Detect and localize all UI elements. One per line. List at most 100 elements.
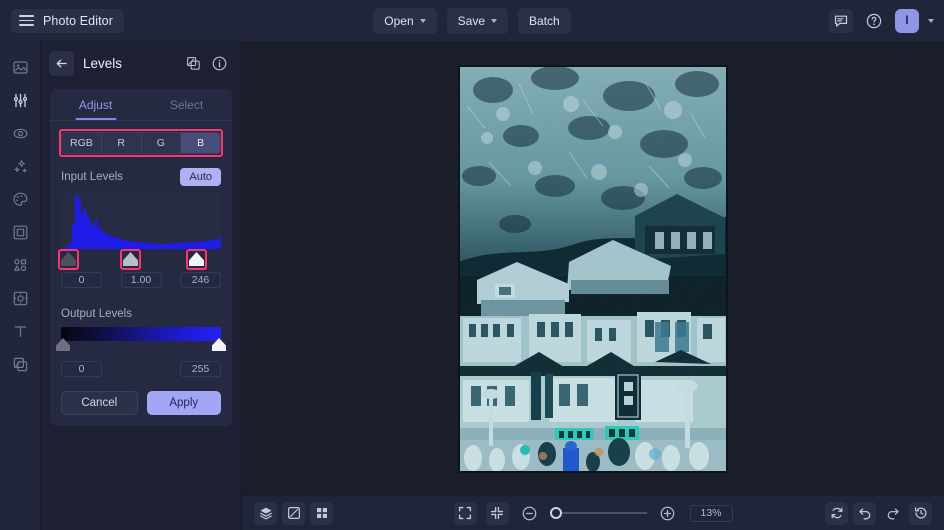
input-highlight-handle[interactable]: [189, 252, 204, 266]
levels-panel: Levels Adjust Select RGB R G B Input Lev…: [41, 41, 242, 530]
histogram-plot: [61, 195, 221, 249]
bottom-right-tools: [825, 501, 932, 525]
text-icon: [14, 326, 26, 337]
tabs-divider: [50, 120, 232, 121]
tab-select[interactable]: Select: [141, 89, 232, 120]
apply-button[interactable]: Apply: [146, 391, 221, 415]
help-circle-icon: [866, 13, 882, 28]
shrink-icon: [490, 506, 504, 520]
duplicate-button[interactable]: [183, 54, 203, 74]
input-shadow-handle[interactable]: [61, 252, 76, 266]
sidebar-item-color[interactable]: [5, 184, 35, 215]
input-shadow-value[interactable]: 0: [61, 272, 102, 288]
open-button[interactable]: Open: [373, 7, 437, 34]
comment-button[interactable]: [829, 8, 853, 33]
sidebar-item-frame[interactable]: [5, 217, 35, 248]
duplicate-icon: [186, 57, 200, 70]
tab-adjust[interactable]: Adjust: [50, 89, 141, 120]
info-button[interactable]: [209, 54, 229, 74]
levels-card: Adjust Select RGB R G B Input Levels Aut…: [50, 89, 232, 426]
layers-icon: [259, 507, 272, 520]
photo-editor-app: Photo Editor Open Save Batch I Levels Ad…: [0, 0, 944, 530]
info-icon: [212, 56, 226, 71]
input-midtone-value[interactable]: 1.00: [120, 272, 162, 288]
shrink-button[interactable]: [485, 501, 509, 525]
layers-button[interactable]: [254, 501, 277, 525]
left-tool-rail: [0, 41, 41, 530]
app-menu-button[interactable]: Photo Editor: [11, 8, 124, 33]
sidebar-item-shapes[interactable]: [5, 250, 35, 281]
undo-button[interactable]: [853, 501, 876, 525]
sidebar-item-layers[interactable]: [5, 349, 35, 380]
output-levels-row: Output Levels: [61, 308, 221, 320]
sidebar-item-adjustments[interactable]: [5, 85, 35, 116]
input-levels-track[interactable]: [58, 249, 221, 270]
canvas-area[interactable]: [242, 41, 944, 496]
channel-option-g[interactable]: G: [142, 133, 182, 153]
input-highlight-value[interactable]: 246: [180, 272, 221, 288]
output-levels-track[interactable]: [56, 338, 226, 357]
sidebar-item-effects[interactable]: [5, 151, 35, 182]
batch-button[interactable]: Batch: [518, 7, 571, 34]
zoom-slider-knob[interactable]: [549, 507, 562, 519]
input-midtone-handle[interactable]: [123, 252, 138, 266]
reset-button[interactable]: [825, 501, 848, 525]
account-chevron-down-icon[interactable]: [928, 19, 934, 23]
zoom-out-button[interactable]: [518, 502, 541, 525]
history-icon: [914, 507, 926, 519]
grid-button[interactable]: [310, 501, 333, 525]
histogram: [61, 193, 221, 249]
crop-transform-icon: [13, 291, 27, 306]
output-levels-label: Output Levels: [61, 308, 132, 320]
avatar[interactable]: I: [895, 8, 919, 33]
output-max-value[interactable]: 255: [180, 361, 221, 377]
reset-rotate-icon: [831, 507, 842, 519]
zoom-in-button[interactable]: [656, 502, 679, 525]
sparkles-icon: [13, 160, 27, 173]
history-button[interactable]: [909, 501, 932, 525]
output-min-value[interactable]: 0: [61, 361, 102, 377]
tab-select-label: Select: [169, 97, 204, 112]
zoom-slider[interactable]: [549, 507, 647, 519]
zoom-slider-track[interactable]: [561, 512, 647, 514]
layers-overlay-icon: [13, 357, 27, 372]
sidebar-item-transform[interactable]: [5, 283, 35, 314]
sidebar-item-image[interactable]: [5, 52, 35, 83]
compare-button[interactable]: [282, 501, 305, 525]
output-min-handle[interactable]: [56, 338, 70, 351]
channel-option-rgb[interactable]: RGB: [62, 133, 102, 153]
chevron-down-icon: [491, 19, 498, 23]
fit-screen-button[interactable]: [453, 501, 477, 525]
frame-icon: [13, 225, 27, 240]
channel-option-b[interactable]: B: [181, 133, 220, 153]
open-label: Open: [384, 13, 414, 28]
palette-icon: [12, 192, 27, 206]
back-button[interactable]: [49, 51, 74, 76]
output-max-handle[interactable]: [212, 338, 226, 351]
sidebar-item-text[interactable]: [5, 316, 35, 347]
help-button[interactable]: [862, 9, 886, 33]
cancel-button[interactable]: Cancel: [61, 391, 138, 415]
zoom-level-value[interactable]: 13%: [689, 504, 733, 522]
shapes-icon: [13, 259, 26, 271]
app-title: Photo Editor: [43, 13, 113, 28]
redo-button[interactable]: [881, 502, 904, 525]
hamburger-icon[interactable]: [19, 15, 34, 26]
photo-preview[interactable]: [459, 65, 727, 472]
input-values-row: 0 1.00 246: [61, 272, 221, 288]
top-right-actions: I: [829, 0, 934, 41]
bottom-toolbar: 13%: [242, 495, 944, 530]
eye-icon: [12, 128, 28, 139]
channel-selector[interactable]: RGB R G B: [61, 132, 221, 154]
output-values-row: 0 255: [61, 361, 221, 377]
compare-split-icon: [287, 507, 300, 520]
save-button[interactable]: Save: [446, 7, 509, 34]
channel-option-r[interactable]: R: [102, 133, 142, 153]
panel-header: Levels: [41, 41, 241, 86]
sidebar-item-preview[interactable]: [5, 118, 35, 149]
histogram-wrapper: [58, 193, 221, 270]
chevron-down-icon: [419, 19, 426, 23]
auto-button[interactable]: Auto: [180, 168, 221, 186]
input-levels-row: Input Levels Auto: [61, 168, 221, 186]
bottom-left-tools: [254, 501, 333, 525]
